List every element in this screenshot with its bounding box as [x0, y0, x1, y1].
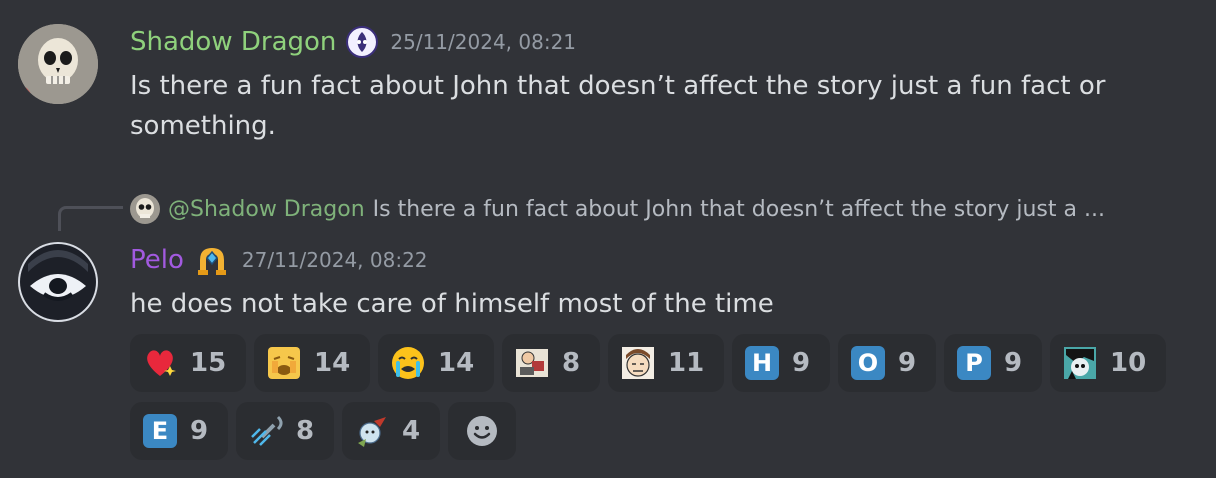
username[interactable]: Pelo: [130, 245, 184, 275]
reaction-count: 4: [402, 416, 421, 446]
avatar[interactable]: [18, 242, 98, 322]
role-badge-icon[interactable]: [346, 26, 379, 58]
custom-character-icon: [1062, 345, 1098, 381]
reaction[interactable]: H 9: [732, 334, 830, 392]
reaction-count: 10: [1110, 348, 1147, 378]
skull-avatar-icon: [18, 24, 98, 104]
add-reaction-smiley-icon: [464, 413, 500, 449]
reaction[interactable]: 4: [342, 402, 440, 460]
timestamp: 27/11/2024, 08:22: [241, 248, 428, 272]
message-text-line: Is there a fun fact about John that does…: [130, 71, 1106, 101]
add-reaction-button[interactable]: [448, 402, 516, 460]
reply-reference[interactable]: @Shadow Dragon Is there a fun fact about…: [130, 194, 1105, 224]
reaction-count: 8: [562, 348, 581, 378]
reaction-count: 15: [190, 348, 227, 378]
skull-avatar-icon: [130, 194, 160, 224]
reply-preview[interactable]: Is there a fun fact about John that does…: [373, 197, 1105, 222]
reaction[interactable]: 8: [236, 402, 334, 460]
masked-avatar-icon: [18, 242, 98, 322]
username[interactable]: Shadow Dragon: [130, 27, 336, 57]
reaction-count: 14: [438, 348, 475, 378]
yellow-face-icon: [266, 345, 302, 381]
sparkling-heart-icon: [142, 345, 178, 381]
reaction-count: 11: [668, 348, 705, 378]
custom-sticker-icon: [514, 345, 550, 381]
message-text: he does not take care of himself most of…: [130, 289, 774, 319]
reaction-count: 14: [314, 348, 351, 378]
message-text-line: something.: [130, 111, 276, 141]
letter-e-icon: E: [142, 413, 178, 449]
reaction[interactable]: 8: [502, 334, 600, 392]
custom-face-icon: [620, 345, 656, 381]
shower-icon: [248, 413, 284, 449]
reaction-count: 8: [296, 416, 315, 446]
reply-connector: [58, 206, 123, 231]
reaction[interactable]: 15: [130, 334, 246, 392]
reaction-count: 9: [792, 348, 811, 378]
letter-h-icon: H: [744, 345, 780, 381]
reaction[interactable]: 14: [254, 334, 370, 392]
reaction[interactable]: 14: [378, 334, 494, 392]
reaction-count: 9: [1004, 348, 1023, 378]
reaction[interactable]: 10: [1050, 334, 1166, 392]
role-badge-icon[interactable]: [194, 242, 230, 278]
letter-o-icon: O: [850, 345, 886, 381]
reaction[interactable]: O 9: [838, 334, 936, 392]
avatar[interactable]: [18, 24, 98, 104]
reaction-count: 9: [190, 416, 209, 446]
timestamp: 25/11/2024, 08:21: [390, 30, 577, 54]
letter-p-icon: P: [956, 345, 992, 381]
crying-face-icon: [390, 345, 426, 381]
reply-mention[interactable]: @Shadow Dragon: [168, 197, 365, 222]
reaction[interactable]: E 9: [130, 402, 228, 460]
reaction[interactable]: P 9: [944, 334, 1042, 392]
custom-sticker-2-icon: [354, 413, 390, 449]
reaction-count: 9: [898, 348, 917, 378]
reaction[interactable]: 11: [608, 334, 724, 392]
